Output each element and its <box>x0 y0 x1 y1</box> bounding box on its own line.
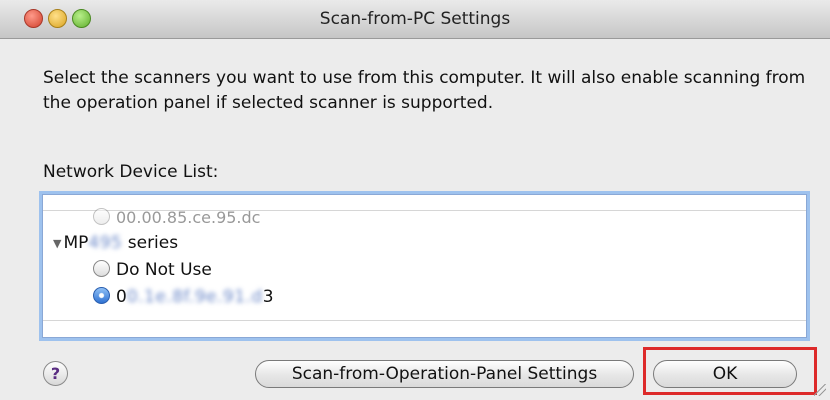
device-group-row[interactable]: ▼ MP495 series <box>53 233 178 253</box>
settings-window: Scan-from-PC Settings Select the scanner… <box>0 0 830 400</box>
cut-off-address: 00.00.85.ce.95.dc <box>116 208 261 227</box>
radio-icon <box>93 208 110 225</box>
help-button[interactable]: ? <box>43 361 68 386</box>
radio-selected-icon[interactable] <box>93 287 110 304</box>
title-bar[interactable]: Scan-from-PC Settings <box>0 0 830 39</box>
option-device-address[interactable]: 00.1e.8f.9e.91.d3 <box>93 287 274 307</box>
option-do-not-use[interactable]: Do Not Use <box>93 260 212 280</box>
network-device-list[interactable]: 00.00.85.ce.95.dc ▼ MP495 series Do Not U… <box>42 194 807 338</box>
window-title: Scan-from-PC Settings <box>319 9 511 29</box>
ok-highlight-box <box>643 347 817 395</box>
list-bottom-edge <box>43 320 806 337</box>
description-text: Select the scanners you want to use from… <box>43 68 806 113</box>
address-prefix: 0 <box>116 287 127 307</box>
disclosure-triangle-icon[interactable]: ▼ <box>53 237 61 250</box>
list-item-cut-off[interactable]: 00.00.85.ce.95.dc <box>93 208 260 227</box>
address-blurred: 0.1e.8f.9e.91.d <box>126 287 263 307</box>
scan-from-operation-panel-settings-button[interactable]: Scan-from-Operation-Panel Settings <box>255 360 634 388</box>
resize-grip-icon[interactable] <box>814 384 826 396</box>
address-suffix: 3 <box>262 287 274 307</box>
group-model-blurred: 495 <box>88 233 123 253</box>
option-label: Do Not Use <box>116 260 212 280</box>
group-suffix: series <box>122 233 179 253</box>
group-prefix: MP <box>63 233 89 253</box>
network-device-list-label: Network Device List: <box>43 162 219 182</box>
radio-unselected-icon[interactable] <box>93 260 110 277</box>
